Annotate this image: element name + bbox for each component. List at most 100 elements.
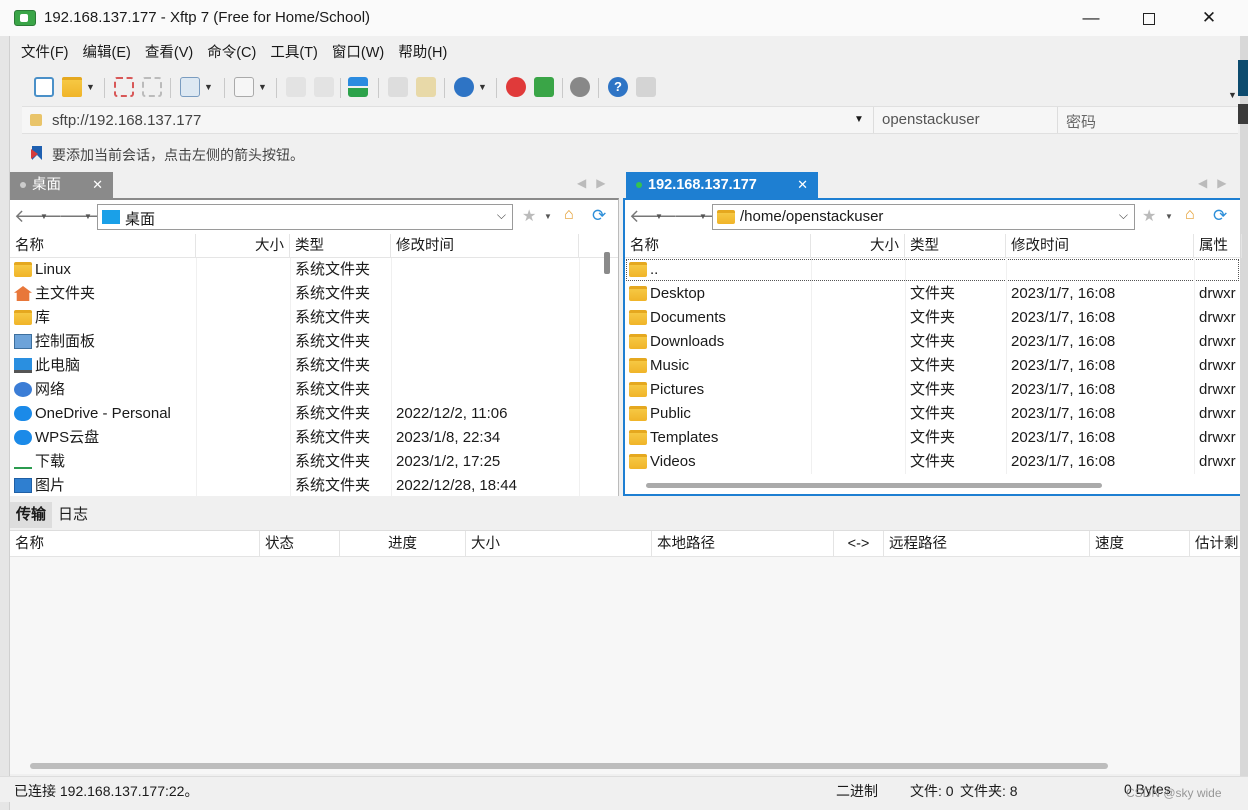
globe-button[interactable]: ▼ bbox=[454, 74, 487, 100]
toolbar-overflow-button[interactable]: ▼ bbox=[1224, 82, 1237, 108]
star-icon[interactable]: ★ bbox=[522, 206, 536, 226]
chevron-down-icon[interactable]: ▼ bbox=[655, 212, 663, 221]
remote-horizontal-scrollbar[interactable] bbox=[646, 483, 1102, 488]
chevron-down-icon[interactable]: ▼ bbox=[544, 212, 552, 221]
close-icon[interactable]: ✕ bbox=[92, 172, 103, 198]
col-name[interactable]: 名称 bbox=[625, 234, 811, 258]
col-direction[interactable]: <-> bbox=[834, 531, 884, 557]
table-row[interactable]: .. bbox=[625, 258, 1240, 282]
tab-remote-session[interactable]: 192.168.137.177 ✕ bbox=[626, 172, 818, 198]
menu-command[interactable]: 命令(C) bbox=[200, 40, 263, 66]
local-vertical-scrollbar[interactable] bbox=[604, 252, 610, 274]
col-modified[interactable]: 修改时间 bbox=[1006, 234, 1194, 258]
xftp-icon bbox=[534, 77, 554, 97]
refresh-icon[interactable]: ⟳ bbox=[592, 206, 606, 226]
table-row[interactable]: WPS云盘 系统文件夹 2023/1/8, 22:34 bbox=[10, 426, 618, 450]
back-arrow-icon[interactable]: 🡐 bbox=[629, 206, 677, 227]
password-field[interactable]: 密码 bbox=[1057, 107, 1238, 133]
col-size[interactable]: 大小 bbox=[811, 234, 905, 258]
menu-view[interactable]: 查看(V) bbox=[138, 40, 200, 66]
right-tab-scroll-arrows[interactable]: ◀▶ bbox=[1198, 176, 1236, 190]
home-folder-icon[interactable]: ⌂ bbox=[564, 206, 574, 224]
tab-local-desktop[interactable]: 桌面 ✕ bbox=[10, 172, 113, 198]
col-speed[interactable]: 速度 bbox=[1090, 531, 1190, 557]
table-row[interactable]: OneDrive - Personal 系统文件夹 2022/12/2, 11:06 bbox=[10, 402, 618, 426]
col-transfer-name[interactable]: 名称 bbox=[10, 531, 260, 557]
properties-button[interactable]: ▼ bbox=[180, 74, 213, 100]
table-row[interactable]: Downloads 文件夹 2023/1/7, 16:08 drwxr bbox=[625, 330, 1240, 354]
table-row[interactable]: 下载 系统文件夹 2023/1/2, 17:25 bbox=[10, 450, 618, 474]
chevron-down-icon[interactable]: ▼ bbox=[1165, 212, 1173, 221]
table-row[interactable]: 库 系统文件夹 bbox=[10, 306, 618, 330]
table-row[interactable]: 图片 系统文件夹 2022/12/28, 18:44 bbox=[10, 474, 618, 498]
col-transfer-size[interactable]: 大小 bbox=[466, 531, 652, 557]
menu-help[interactable]: 帮助(H) bbox=[391, 40, 454, 66]
col-name[interactable]: 名称 bbox=[10, 234, 196, 258]
table-row[interactable]: Videos 文件夹 2023/1/7, 16:08 drwxr bbox=[625, 450, 1240, 474]
left-tab-scroll-arrows[interactable]: ◀▶ bbox=[577, 176, 615, 190]
close-icon[interactable]: ✕ bbox=[797, 172, 808, 198]
table-row[interactable]: Templates 文件夹 2023/1/7, 16:08 drwxr bbox=[625, 426, 1240, 450]
transfer-button[interactable]: ▼ bbox=[234, 74, 267, 100]
chevron-down-icon[interactable]: ▼ bbox=[40, 212, 48, 221]
xftp-button[interactable] bbox=[534, 74, 554, 100]
table-row[interactable]: 控制面板 系统文件夹 bbox=[10, 330, 618, 354]
settings-button[interactable] bbox=[570, 74, 590, 100]
table-row[interactable]: Linux 系统文件夹 bbox=[10, 258, 618, 282]
home-folder-icon[interactable]: ⌂ bbox=[1185, 206, 1195, 224]
table-row[interactable]: 此电脑 系统文件夹 bbox=[10, 354, 618, 378]
disconnect-button[interactable] bbox=[142, 74, 162, 100]
tab-label: 桌面 bbox=[32, 177, 61, 193]
back-arrow-icon[interactable]: 🡐 bbox=[14, 206, 62, 227]
refresh-icon[interactable]: ⟳ bbox=[1213, 206, 1227, 226]
star-icon[interactable]: ★ bbox=[1142, 206, 1156, 226]
col-transfer-status[interactable]: 状态 bbox=[260, 531, 340, 557]
chat-button[interactable] bbox=[636, 74, 656, 100]
table-row[interactable]: Desktop 文件夹 2023/1/7, 16:08 drwxr bbox=[625, 282, 1240, 306]
paste-button[interactable] bbox=[416, 74, 436, 100]
transfer-mode[interactable]: 二进制 bbox=[836, 781, 878, 801]
col-type[interactable]: 类型 bbox=[905, 234, 1006, 258]
connect-button[interactable] bbox=[114, 74, 134, 100]
copy-button[interactable] bbox=[388, 74, 408, 100]
menu-edit[interactable]: 编辑(E) bbox=[76, 40, 138, 66]
chevron-down-icon[interactable]: ▼ bbox=[699, 212, 707, 221]
maximize-button[interactable] bbox=[1120, 0, 1178, 36]
table-row[interactable]: Pictures 文件夹 2023/1/7, 16:08 drwxr bbox=[625, 378, 1240, 402]
col-size[interactable]: 大小 bbox=[196, 234, 290, 258]
local-path-input[interactable]: 桌面 ⌵ bbox=[97, 204, 513, 230]
open-session-button[interactable]: ▼ bbox=[62, 74, 95, 100]
col-type[interactable]: 类型 bbox=[290, 234, 391, 258]
col-attributes[interactable]: 属性 bbox=[1194, 234, 1242, 258]
table-row[interactable]: Public 文件夹 2023/1/7, 16:08 drwxr bbox=[625, 402, 1240, 426]
chevron-down-icon[interactable]: ▼ bbox=[84, 212, 92, 221]
close-button[interactable]: ✕ bbox=[1180, 0, 1238, 36]
bookmark-arrow-icon[interactable] bbox=[30, 145, 44, 161]
col-transfer-progress[interactable]: 进度 bbox=[340, 531, 466, 557]
menu-file[interactable]: 文件(F) bbox=[14, 40, 76, 66]
col-remote-path[interactable]: 远程路径 bbox=[884, 531, 1090, 557]
username-field[interactable]: openstackuser bbox=[873, 107, 1057, 133]
remote-path-input[interactable]: /home/openstackuser ⌵ bbox=[712, 204, 1135, 230]
upload-button[interactable] bbox=[286, 74, 306, 100]
table-row[interactable]: Music 文件夹 2023/1/7, 16:08 drwxr bbox=[625, 354, 1240, 378]
chevron-down-icon[interactable]: ▼ bbox=[854, 114, 864, 125]
col-local-path[interactable]: 本地路径 bbox=[652, 531, 834, 557]
download-button[interactable] bbox=[314, 74, 334, 100]
table-row[interactable]: Documents 文件夹 2023/1/7, 16:08 drwxr bbox=[625, 306, 1240, 330]
tab-log[interactable]: 日志 bbox=[52, 502, 94, 528]
new-session-button[interactable] bbox=[34, 74, 54, 100]
table-row[interactable]: 网络 系统文件夹 bbox=[10, 378, 618, 402]
address-input[interactable]: sftp://192.168.137.177 bbox=[52, 112, 201, 129]
table-row[interactable]: 主文件夹 系统文件夹 bbox=[10, 282, 618, 306]
tab-transfers[interactable]: 传输 bbox=[10, 502, 53, 528]
menu-tools[interactable]: 工具(T) bbox=[263, 40, 325, 66]
menu-window[interactable]: 窗口(W) bbox=[325, 40, 391, 66]
col-modified[interactable]: 修改时间 bbox=[391, 234, 579, 258]
help-button[interactable]: ? bbox=[608, 74, 628, 100]
xshell-button[interactable] bbox=[506, 74, 526, 100]
transfer-horizontal-scrollbar[interactable] bbox=[30, 763, 1108, 769]
minimize-button[interactable]: — bbox=[1062, 0, 1120, 36]
sync-button[interactable] bbox=[348, 74, 368, 100]
col-eta[interactable]: 估计剩 bbox=[1190, 531, 1240, 557]
